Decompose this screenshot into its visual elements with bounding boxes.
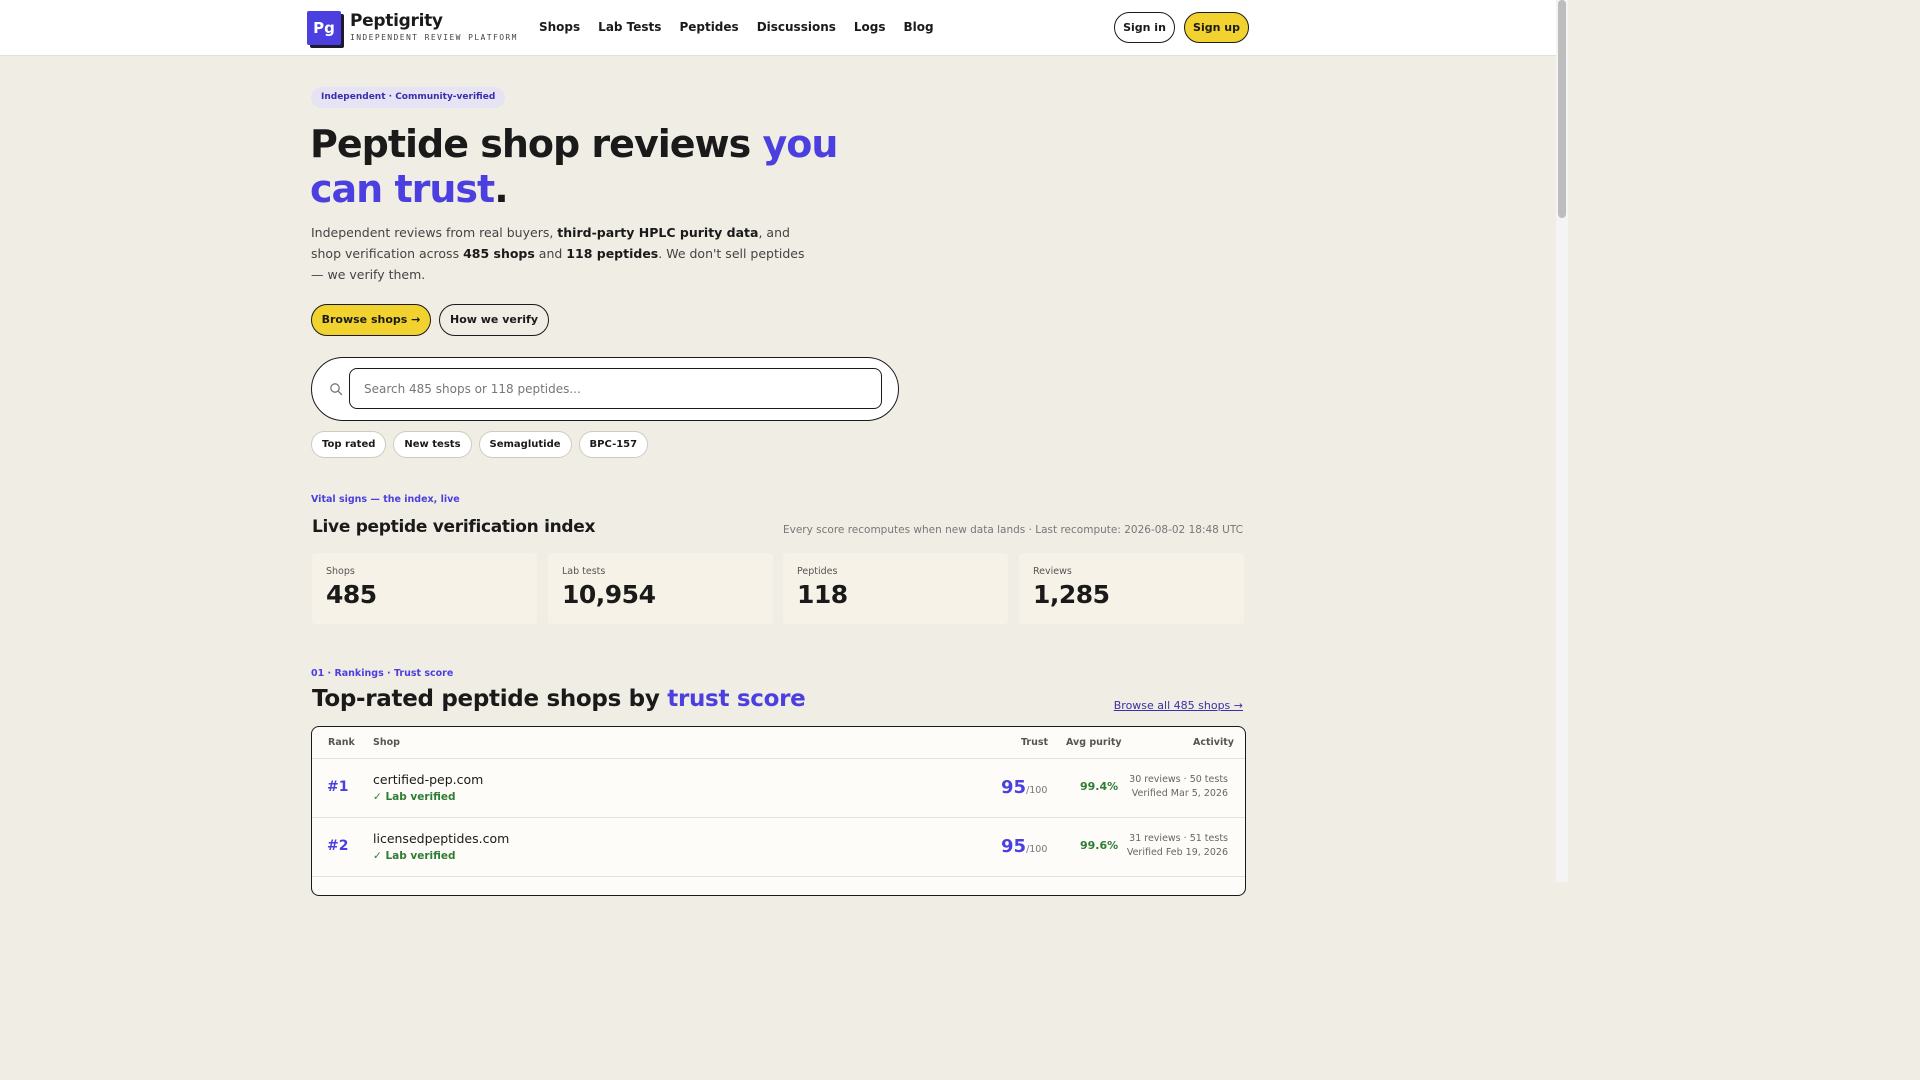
nav-discussions[interactable]: Discussions: [757, 20, 836, 34]
stat-label: Shops: [326, 566, 355, 577]
row-divider: [312, 758, 1245, 759]
row-divider: [312, 876, 1245, 877]
column-header-avg-purity[interactable]: Avg purity: [1066, 737, 1122, 748]
stat-value: 1,285: [1033, 580, 1110, 609]
chip-semaglutide[interactable]: Semaglutide: [478, 431, 572, 458]
search-input[interactable]: [349, 368, 882, 409]
sign-up-button[interactable]: Sign up: [1184, 12, 1249, 43]
column-header-activity[interactable]: Activity: [1193, 737, 1234, 748]
stat-value: 485: [326, 580, 377, 609]
rankings-eyebrow: 01 · Rankings · Trust score: [311, 668, 454, 679]
browse-shops-button[interactable]: Browse shops →: [311, 304, 431, 336]
stat-card-reviews: Reviews 1,285: [1019, 553, 1244, 624]
activity-info: 31 reviews · 51 tests Verified Feb 19, 2…: [1126, 833, 1228, 858]
activity-info: 30 reviews · 50 tests Verified Mar 5, 20…: [1129, 774, 1228, 799]
chip-new-tests[interactable]: New tests: [393, 431, 472, 458]
browse-all-shops-link[interactable]: Browse all 485 shops →: [1114, 699, 1243, 712]
chip-bpc-157[interactable]: BPC-157: [578, 431, 649, 458]
stat-value: 118: [797, 580, 848, 609]
avg-purity: 99.4%: [1080, 780, 1119, 793]
logo-icon[interactable]: Pg: [307, 11, 344, 48]
rankings-table: [311, 726, 1246, 896]
stat-card-lab-tests: Lab tests 10,954: [548, 553, 773, 624]
nav-shops[interactable]: Shops: [539, 20, 580, 34]
lab-verified-badge: ✓ Lab verified: [373, 791, 456, 803]
brand-name[interactable]: Peptigrity: [350, 11, 443, 31]
shop-link[interactable]: certified-pep.com: [373, 772, 483, 787]
chip-top-rated[interactable]: Top rated: [311, 431, 387, 458]
trust-score: 95/100: [1001, 777, 1048, 798]
avg-purity: 99.6%: [1080, 839, 1119, 852]
vitals-eyebrow: Vital signs — the index, live: [311, 494, 460, 505]
nav-logs[interactable]: Logs: [854, 20, 886, 34]
trust-score: 95/100: [1001, 836, 1048, 857]
nav-lab-tests[interactable]: Lab Tests: [598, 20, 661, 34]
shop-link[interactable]: licensedpeptides.com: [373, 831, 509, 846]
brand-tagline: INDEPENDENT REVIEW PLATFORM: [350, 33, 518, 42]
lab-verified-badge: ✓ Lab verified: [373, 850, 456, 862]
vitals-title: Live peptide verification index: [312, 517, 596, 537]
column-header-shop[interactable]: Shop: [373, 737, 400, 748]
scrollbar-thumb[interactable]: [1558, 0, 1566, 218]
hero-description: Independent reviews from real buyers, th…: [311, 225, 805, 282]
stat-card-peptides: Peptides 118: [783, 553, 1008, 624]
main-nav: Shops Lab Tests Peptides Discussions Log…: [539, 20, 934, 34]
rank-number: #1: [327, 779, 349, 795]
stat-label: Reviews: [1033, 566, 1072, 577]
rankings-title: Top-rated peptide shops by trust score: [312, 686, 806, 712]
column-header-trust[interactable]: Trust: [1021, 737, 1048, 748]
nav-blog[interactable]: Blog: [904, 20, 934, 34]
rank-number: #2: [327, 838, 349, 854]
stat-label: Lab tests: [562, 566, 606, 577]
row-divider: [312, 817, 1245, 818]
nav-peptides[interactable]: Peptides: [679, 20, 738, 34]
sign-in-button[interactable]: Sign in: [1114, 12, 1175, 43]
how-we-verify-button[interactable]: How we verify: [439, 304, 549, 336]
recompute-note: Every score recomputes when new data lan…: [782, 524, 1243, 536]
hero-title: Peptide shop reviews you can trust.: [310, 122, 838, 211]
stat-card-shops: Shops 485: [312, 553, 537, 624]
stat-label: Peptides: [797, 566, 838, 577]
quick-filter-chips: Top rated New tests Semaglutide BPC-157: [311, 431, 649, 458]
column-header-rank[interactable]: Rank: [328, 737, 355, 748]
search-icon: [330, 383, 343, 396]
stat-value: 10,954: [562, 580, 656, 609]
hero-pill: Independent · Community-verified: [311, 87, 506, 108]
